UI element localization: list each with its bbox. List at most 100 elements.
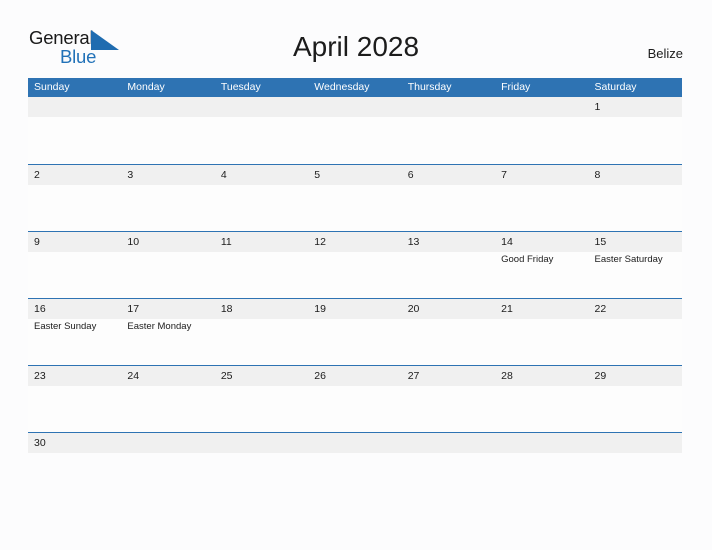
calendar-day-cell-empty: [215, 97, 308, 117]
weekday-header-sunday: Sunday: [34, 81, 70, 93]
day-events-cell[interactable]: Easter Sunday: [28, 319, 121, 366]
calendar-week-row: 16 17 18 19 20 21 22 Easter Sunday Easter Monday: [28, 298, 682, 365]
calendar-day-cell[interactable]: 16: [28, 299, 121, 319]
day-number-band: 9 10 11 12 13 14 15: [28, 232, 682, 252]
calendar-week-row: 30: [28, 432, 682, 453]
calendar-day-cell-empty: [121, 97, 214, 117]
calendar-day-cell-empty: [308, 97, 401, 117]
calendar-day-cell[interactable]: 7: [495, 165, 588, 185]
day-number: 21: [501, 303, 513, 315]
day-events-cell: [28, 252, 121, 299]
day-events-cell: [308, 185, 401, 232]
holiday-label: Easter Monday: [127, 321, 192, 332]
day-events-cell: [495, 386, 588, 433]
calendar-day-cell[interactable]: 20: [402, 299, 495, 319]
day-events-cell: [495, 319, 588, 366]
day-number-band: 23 24 25 26 27 28 29: [28, 366, 682, 386]
calendar-day-cell[interactable]: 10: [121, 232, 214, 252]
calendar-day-cell[interactable]: 22: [589, 299, 682, 319]
day-number: 17: [127, 303, 140, 315]
day-number: 30: [34, 437, 46, 449]
calendar-day-cell[interactable]: 12: [308, 232, 401, 252]
calendar-day-cell[interactable]: 6: [402, 165, 495, 185]
day-events-cell: [28, 117, 121, 164]
day-events-cell: [495, 185, 588, 232]
holiday-label: Easter Sunday: [34, 321, 97, 332]
day-number: 22: [594, 303, 607, 315]
page-title: April 2028: [292, 31, 420, 62]
calendar-week-row: 9 10 11 12 13 14 15 Good Friday Easter Saturday: [28, 231, 682, 298]
calendar-day-cell[interactable]: 19: [308, 299, 401, 319]
day-events-cell: [215, 386, 308, 433]
day-events-cell: [121, 117, 214, 164]
day-number-band: 16 17 18 19 20 21 22: [28, 299, 682, 319]
day-events-cell: [495, 117, 588, 164]
weekday-header-monday: Monday: [127, 81, 165, 93]
calendar-day-cell[interactable]: 17: [121, 299, 214, 319]
day-number: 29: [594, 370, 607, 382]
day-events-cell: [402, 319, 495, 366]
calendar-day-cell[interactable]: 2: [28, 165, 121, 185]
day-number: 24: [127, 370, 140, 382]
calendar-week-row: 2 3 4 5 6 7 8: [28, 164, 682, 231]
day-number: 14: [501, 236, 513, 248]
calendar-day-cell[interactable]: 27: [402, 366, 495, 386]
calendar-day-cell[interactable]: 25: [215, 366, 308, 386]
calendar-day-cell-empty: [402, 97, 495, 117]
day-number: 7: [501, 169, 507, 181]
day-events-cell: [121, 386, 214, 433]
calendar-day-cell[interactable]: 24: [121, 366, 214, 386]
calendar-day-cell[interactable]: 26: [308, 366, 401, 386]
calendar-day-cell[interactable]: 13: [402, 232, 495, 252]
weekday-header-thursday: Thursday: [407, 81, 452, 93]
day-events-band: [28, 386, 682, 433]
day-events-cell: [589, 386, 682, 433]
day-number: 1: [594, 101, 601, 113]
weekday-header-tuesday: Tuesday: [220, 81, 261, 93]
day-events-cell: [28, 185, 121, 232]
calendar-day-cell[interactable]: 3: [121, 165, 214, 185]
calendar-day-cell[interactable]: 11: [215, 232, 308, 252]
day-events-cell: [215, 319, 308, 366]
calendar-day-cell[interactable]: 14: [495, 232, 588, 252]
day-events-cell: [402, 252, 495, 299]
day-number: 28: [501, 370, 513, 382]
calendar-day-cell[interactable]: 29: [589, 366, 682, 386]
calendar-day-cell-empty: [215, 433, 308, 453]
page-header: General Blue April 2028 Belize: [0, 0, 712, 76]
calendar-day-cell-empty: [589, 433, 682, 453]
calendar-grid: Sunday Monday Tuesday Wednesday Thursday…: [28, 78, 682, 453]
day-number: 18: [220, 303, 233, 315]
calendar-day-cell[interactable]: 23: [28, 366, 121, 386]
calendar-day-cell[interactable]: 15: [589, 232, 682, 252]
calendar-day-cell-empty: [308, 433, 401, 453]
day-events-cell: [402, 117, 495, 164]
day-events-cell: [308, 319, 401, 366]
calendar-day-cell[interactable]: 18: [215, 299, 308, 319]
calendar-day-cell[interactable]: 5: [308, 165, 401, 185]
day-number: 13: [407, 236, 420, 248]
calendar-day-cell-empty: [28, 97, 121, 117]
day-events-cell[interactable]: Good Friday: [495, 252, 588, 299]
calendar-day-cell-empty: [402, 433, 495, 453]
calendar-day-cell[interactable]: 1: [589, 97, 682, 117]
day-number: 3: [127, 169, 134, 181]
day-events-cell: [121, 185, 214, 232]
calendar-day-cell[interactable]: 30: [28, 433, 121, 453]
day-number: 2: [34, 169, 40, 181]
day-number: 26: [314, 370, 326, 382]
day-events-cell: [28, 386, 121, 433]
calendar-day-cell[interactable]: 8: [589, 165, 682, 185]
day-events-cell: [121, 252, 214, 299]
calendar-day-cell[interactable]: 4: [215, 165, 308, 185]
calendar-day-cell[interactable]: 28: [495, 366, 588, 386]
day-number: 23: [34, 370, 46, 382]
day-events-band: [28, 185, 682, 232]
calendar-day-cell[interactable]: 21: [495, 299, 588, 319]
day-events-cell[interactable]: Easter Monday: [121, 319, 214, 366]
day-number: 15: [594, 236, 607, 248]
weekday-header-friday: Friday: [501, 81, 531, 93]
calendar-day-cell[interactable]: 9: [28, 232, 121, 252]
day-events-cell[interactable]: Easter Saturday: [589, 252, 682, 299]
day-number: 8: [594, 169, 601, 181]
